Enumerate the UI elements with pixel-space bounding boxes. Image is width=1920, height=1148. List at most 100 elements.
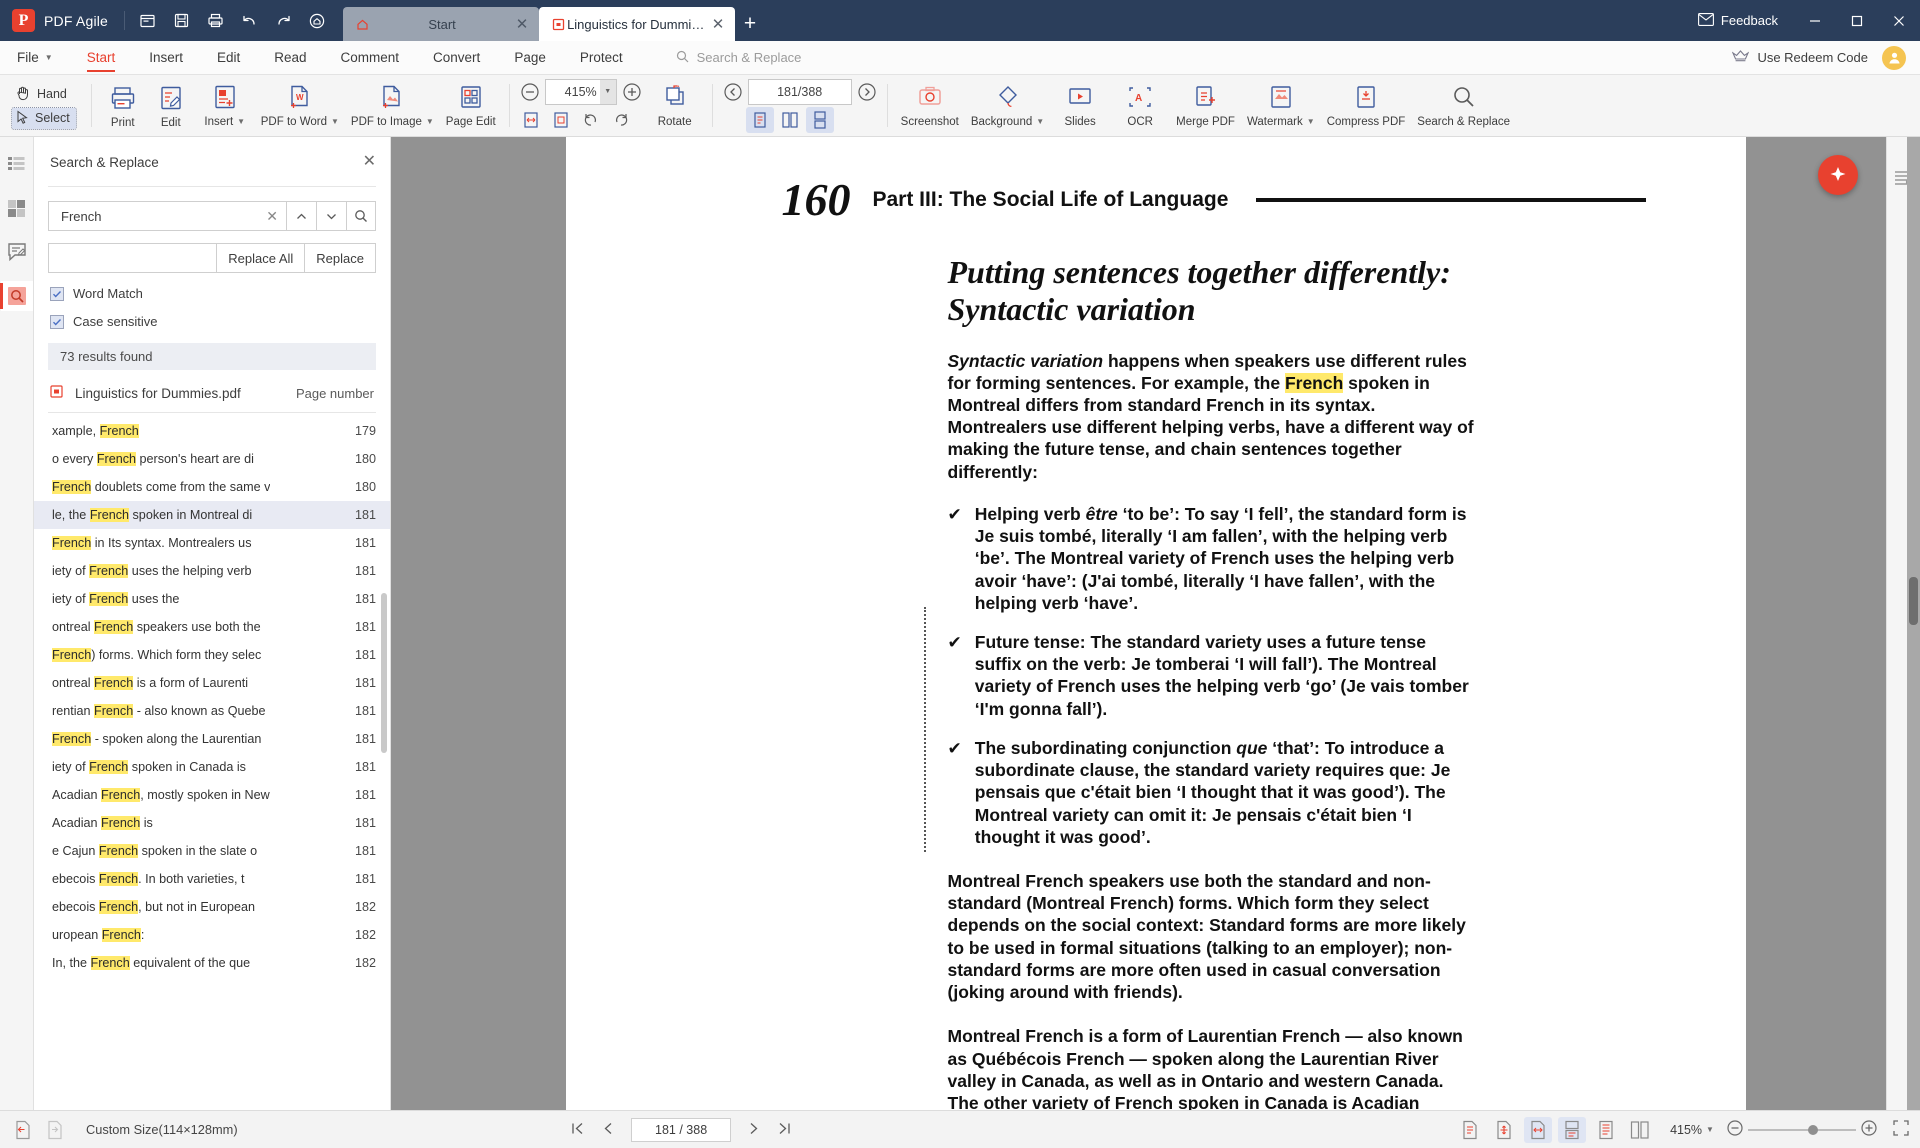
ai-assistant-button[interactable] (1818, 155, 1858, 195)
menubar-search[interactable]: Search & Replace (676, 50, 801, 66)
tab-linguistics-for-dummies[interactable]: Linguistics for Dummies.pdf ✕ (539, 7, 736, 41)
rotate-right-icon[interactable] (607, 107, 635, 133)
redo-icon[interactable] (267, 6, 299, 36)
pdf-to-word-button[interactable]: W PDF to Word ▼ (255, 75, 345, 136)
page-right-icon[interactable] (42, 1117, 68, 1143)
search-result-item[interactable]: French in Its syntax. Montrealers us 181 (34, 529, 390, 557)
previous-page-button[interactable] (600, 1120, 617, 1140)
viewer-scrollbar-thumb[interactable] (1909, 577, 1918, 625)
search-result-item[interactable]: e Cajun French spoken in the slate o 181 (34, 837, 390, 865)
continuous-icon[interactable] (1558, 1116, 1587, 1143)
maximize-button[interactable] (1836, 0, 1878, 41)
next-page-button[interactable] (854, 79, 880, 105)
home-icon[interactable] (301, 6, 333, 36)
thumbnails-icon[interactable] (1, 193, 33, 223)
continuous-scroll-icon[interactable] (805, 106, 834, 133)
chevron-down-icon[interactable]: ▼ (599, 79, 616, 104)
print-icon[interactable] (199, 6, 231, 36)
search-result-item[interactable]: iety of French uses the helping verb 181 (34, 557, 390, 585)
ocr-button[interactable]: A OCR (1110, 75, 1170, 136)
replace-button[interactable]: Replace (305, 243, 376, 273)
close-button[interactable] (1878, 0, 1920, 41)
search-replace-button[interactable]: Search & Replace (1411, 75, 1516, 136)
result-file-row[interactable]: Linguistics for Dummies.pdf Page number (34, 374, 390, 412)
clear-search-icon[interactable]: ✕ (260, 208, 278, 225)
document-viewer[interactable]: 160 Part III: The Social Life of Languag… (391, 137, 1920, 1110)
last-page-button[interactable] (776, 1120, 793, 1140)
slider-knob[interactable] (1808, 1124, 1819, 1135)
zoom-value[interactable]: 415% (1670, 1123, 1702, 1137)
close-icon[interactable]: ✕ (513, 17, 531, 32)
search-result-item[interactable]: ebecois French. In both varieties, t 181 (34, 865, 390, 893)
search-result-item[interactable]: Acadian French, mostly spoken in New 181 (34, 781, 390, 809)
insert-button[interactable]: Insert ▼ (195, 75, 255, 136)
zoom-input[interactable]: 415% ▼ (544, 78, 617, 105)
facing-page-icon[interactable] (1524, 1116, 1553, 1143)
zoom-in-button[interactable] (619, 79, 645, 105)
menu-convert[interactable]: Convert (416, 41, 497, 75)
search-result-item[interactable]: iety of French spoken in Canada is 181 (34, 753, 390, 781)
two-page-view-icon[interactable] (776, 107, 804, 133)
find-next-button[interactable] (316, 201, 346, 231)
merge-pdf-button[interactable]: Merge PDF (1170, 75, 1241, 136)
rotate-left-icon[interactable] (577, 107, 605, 133)
page-number-input[interactable]: 181 / 388 (631, 1117, 732, 1142)
comments-icon[interactable] (1, 237, 33, 267)
tab-start[interactable]: Start ✕ (343, 7, 540, 41)
page-edit-button[interactable]: Page Edit (440, 75, 502, 136)
screenshot-button[interactable]: Screenshot (895, 75, 965, 136)
hand-tool[interactable]: Hand (12, 83, 76, 106)
close-icon[interactable]: ✕ (363, 154, 376, 170)
search-result-item[interactable]: ontreal French is a form of Laurenti 181 (34, 669, 390, 697)
find-previous-button[interactable] (286, 201, 316, 231)
replace-all-button[interactable]: Replace All (217, 243, 306, 273)
redeem-code-button[interactable]: Use Redeem Code (1732, 49, 1868, 66)
open-file-icon[interactable] (131, 6, 163, 36)
search-button[interactable] (346, 201, 376, 231)
print-button[interactable]: Print (99, 75, 147, 136)
save-icon[interactable] (165, 6, 197, 36)
slides-button[interactable]: Slides (1050, 75, 1110, 136)
sidebar-item-search[interactable] (0, 281, 33, 311)
fit-page-icon[interactable] (547, 107, 575, 133)
search-input-wrap[interactable]: ✕ (48, 201, 286, 231)
watermark-button[interactable]: Watermark ▼ (1241, 75, 1321, 136)
minimize-button[interactable] (1794, 0, 1836, 41)
search-result-item[interactable]: xample, French 179 (34, 417, 390, 445)
fit-page-icon[interactable] (1490, 1117, 1518, 1143)
search-result-item[interactable]: ontreal French speakers use both the 181 (34, 613, 390, 641)
search-result-item[interactable]: In, the French equivalent of the que 182 (34, 949, 390, 977)
search-result-item[interactable]: French - spoken along the Laurentian 181 (34, 725, 390, 753)
search-result-item[interactable]: uropean French: 182 (34, 921, 390, 949)
undo-icon[interactable] (233, 6, 265, 36)
zoom-out-button[interactable] (1726, 1119, 1744, 1140)
feedback-button[interactable]: Feedback (1682, 12, 1794, 29)
panel-scrollbar-thumb[interactable] (381, 593, 387, 753)
viewer-scrollbar-track[interactable] (1907, 137, 1920, 1110)
close-icon[interactable]: ✕ (709, 17, 727, 32)
two-page-icon[interactable] (1626, 1117, 1654, 1143)
menu-file[interactable]: File ▼ (0, 41, 70, 75)
search-result-item[interactable]: French) forms. Which form they selec 181 (34, 641, 390, 669)
replace-input-wrap[interactable] (48, 243, 218, 273)
single-page-icon[interactable] (1456, 1117, 1484, 1143)
word-match-checkbox[interactable] (50, 286, 64, 301)
zoom-slider[interactable] (1747, 1123, 1856, 1137)
search-result-item[interactable]: French doublets come from the same v 180 (34, 473, 390, 501)
rotate-button[interactable]: Rotate (645, 75, 705, 136)
avatar[interactable] (1882, 45, 1906, 70)
search-result-item[interactable]: Acadian French is 181 (34, 809, 390, 837)
new-tab-button[interactable]: + (735, 7, 765, 41)
menu-read[interactable]: Read (257, 41, 323, 75)
single-page-view-icon[interactable] (745, 106, 774, 133)
zoom-in-button[interactable] (1860, 1119, 1878, 1140)
fullscreen-icon[interactable] (1892, 1119, 1910, 1140)
previous-page-button[interactable] (720, 79, 746, 105)
menu-protect[interactable]: Protect (563, 41, 640, 75)
menu-page[interactable]: Page (497, 41, 563, 75)
menu-edit[interactable]: Edit (200, 41, 257, 75)
search-result-item[interactable]: o every French person's heart are di 180 (34, 445, 390, 473)
pdf-to-image-button[interactable]: PDF to Image ▼ (345, 75, 440, 136)
word-match-row[interactable]: Word Match (50, 286, 390, 301)
fit-width-icon[interactable] (517, 107, 545, 133)
